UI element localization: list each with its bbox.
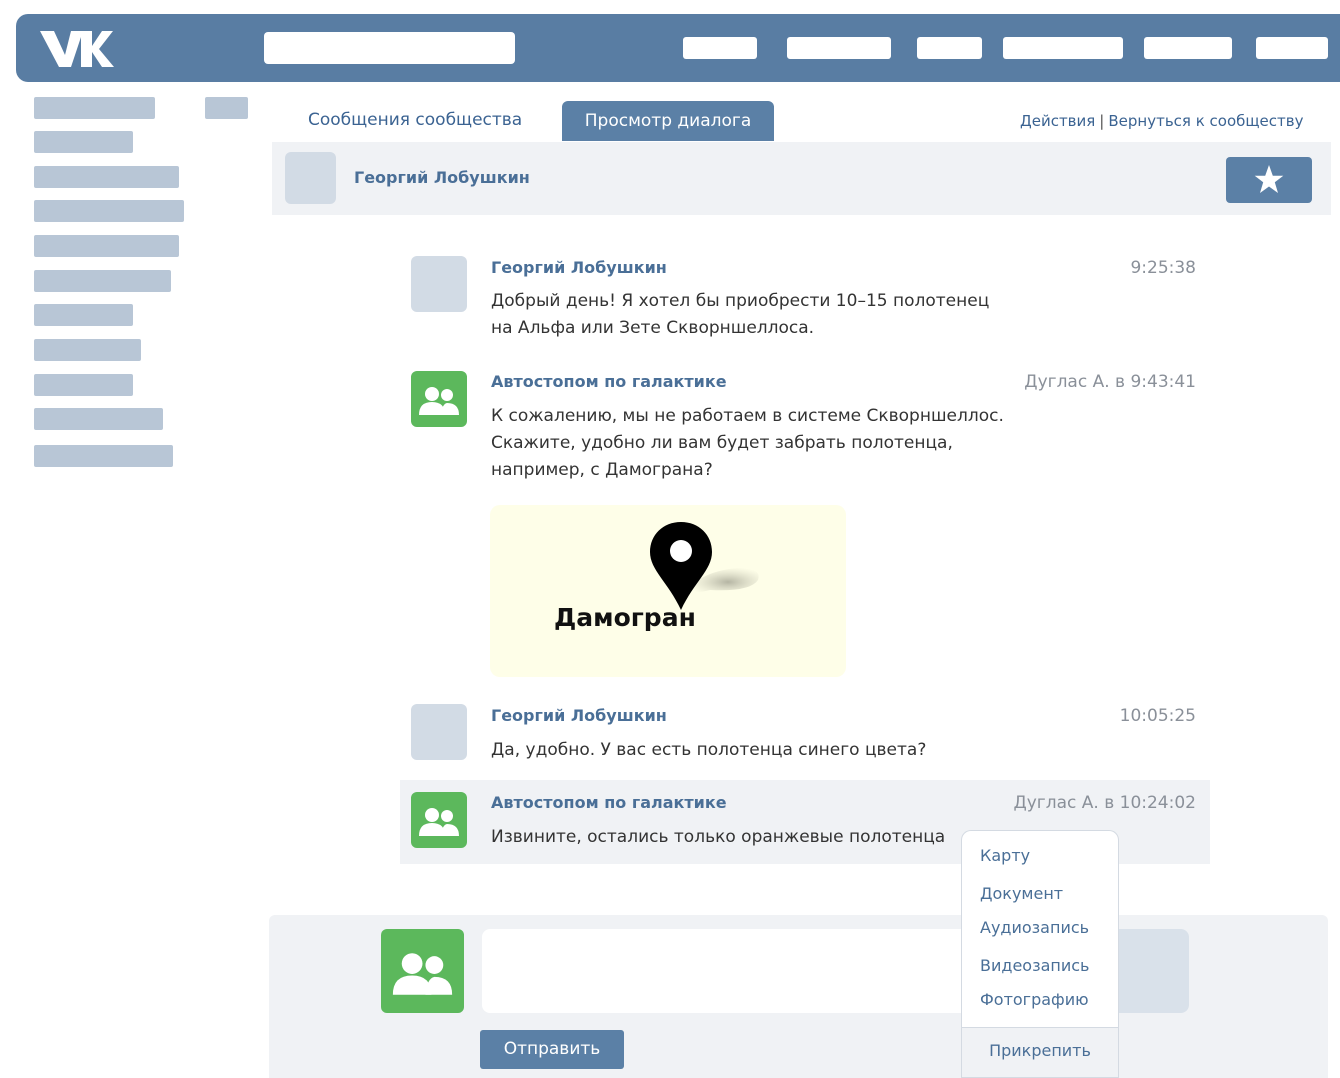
message-sender[interactable]: Георгий Лобушкин — [491, 706, 667, 725]
actions-link[interactable]: Действия — [1020, 112, 1095, 130]
nav-item-6[interactable] — [1256, 37, 1328, 59]
link-separator: | — [1099, 112, 1105, 130]
message-line: Да, удобно. У вас есть полотенца синего … — [491, 740, 927, 760]
community-icon — [419, 387, 459, 415]
message-time: 10:05:25 — [1119, 706, 1196, 726]
attach-photo-item[interactable]: Фотографию — [980, 990, 1089, 1009]
sidebar-item-9[interactable] — [34, 374, 133, 396]
map-location-label: Дамогран — [554, 603, 696, 632]
message-text: Извините, остались только оранжевые поло… — [491, 824, 945, 851]
sidebar-item-8[interactable] — [34, 339, 141, 361]
sidebar-item-10[interactable] — [34, 408, 163, 430]
map-pin-icon — [650, 522, 712, 610]
sidebar-item-1[interactable] — [34, 97, 155, 119]
nav-item-5[interactable] — [1144, 37, 1232, 59]
nav-item-3[interactable] — [917, 37, 982, 59]
sidebar-item-counter[interactable] — [205, 97, 248, 119]
sidebar-item-4[interactable] — [34, 200, 184, 222]
message-sender[interactable]: Георгий Лобушкин — [491, 258, 667, 277]
message-line: Извините, остались только оранжевые поло… — [491, 827, 946, 847]
sidebar-item-3[interactable] — [34, 166, 179, 188]
send-button[interactable]: Отправить — [480, 1030, 624, 1069]
message-time: 9:25:38 — [1130, 258, 1196, 278]
sidebar-item-6[interactable] — [34, 270, 171, 292]
avatar[interactable] — [411, 704, 467, 760]
search-input[interactable] — [264, 32, 515, 64]
sidebar-item-7[interactable] — [34, 304, 133, 326]
message-line: например, с Дамограна? — [491, 460, 713, 480]
community-icon — [392, 953, 453, 995]
attach-map-item[interactable]: Карту — [980, 846, 1030, 865]
back-to-community-link[interactable]: Вернуться к сообществу — [1108, 112, 1303, 130]
message-line: К сожалению, мы не работаем в системе Ск… — [491, 406, 1004, 426]
nav-item-1[interactable] — [683, 37, 757, 59]
message-time: Дуглас А. в 9:43:41 — [1024, 372, 1196, 392]
vk-logo-icon[interactable] — [38, 27, 114, 69]
attach-audio-item[interactable]: Аудиозапись — [980, 918, 1089, 937]
tab-view-dialog[interactable]: Просмотр диалога — [562, 101, 774, 141]
community-avatar[interactable] — [411, 371, 467, 427]
attach-video-item[interactable]: Видеозапись — [980, 956, 1089, 975]
avatar[interactable] — [285, 152, 336, 204]
community-avatar — [381, 929, 464, 1013]
sidebar-item-2[interactable] — [34, 131, 133, 153]
message-line: Добрый день! Я хотел бы приобрести 10–15… — [491, 291, 990, 311]
nav-item-2[interactable] — [787, 37, 891, 59]
top-bar — [16, 14, 1340, 82]
attach-button[interactable]: Прикрепить — [961, 1027, 1119, 1078]
community-icon — [419, 808, 459, 836]
message-sender[interactable]: Автостопом по галактике — [491, 793, 727, 812]
favorite-button[interactable] — [1226, 157, 1312, 203]
message-text: К сожалению, мы не работаем в системе Ск… — [491, 403, 1004, 484]
tab-community-messages[interactable]: Сообщения сообщества — [308, 110, 522, 130]
top-links: Действия | Вернуться к сообществу — [1020, 112, 1303, 130]
sidebar-item-11[interactable] — [34, 445, 173, 467]
message-line: Скажите, удобно ли вам будет забрать пол… — [491, 433, 953, 453]
message-line: на Альфа или Зете Скворншеллоса. — [491, 318, 815, 338]
community-avatar[interactable] — [411, 792, 467, 848]
star-icon — [1254, 165, 1284, 193]
sidebar-item-5[interactable] — [34, 235, 179, 257]
avatar[interactable] — [411, 256, 467, 312]
message-text: Да, удобно. У вас есть полотенца синего … — [491, 737, 926, 764]
attach-document-item[interactable]: Документ — [980, 884, 1063, 903]
message-sender[interactable]: Автостопом по галактике — [491, 372, 727, 391]
message-text: Добрый день! Я хотел бы приобрести 10–15… — [491, 288, 989, 342]
nav-item-4[interactable] — [1003, 37, 1123, 59]
dialog-contact-name[interactable]: Георгий Лобушкин — [354, 168, 530, 187]
message-time: Дуглас А. в 10:24:02 — [1013, 793, 1196, 813]
